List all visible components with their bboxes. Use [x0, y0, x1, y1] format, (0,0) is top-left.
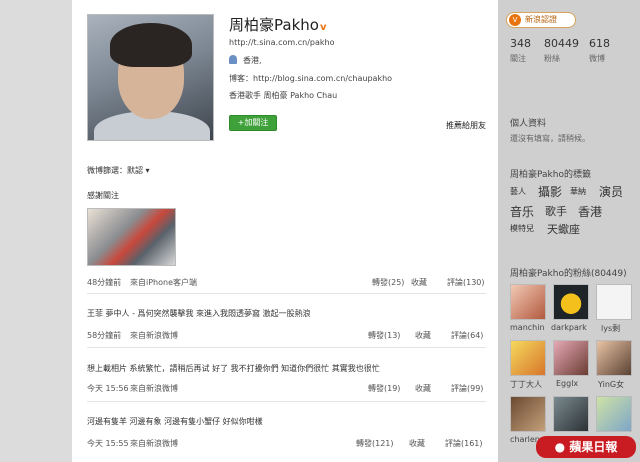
profile-location: 香港, [229, 55, 262, 66]
tag-item[interactable]: 歌手 [545, 203, 567, 219]
fan-avatar[interactable] [510, 396, 546, 432]
fan-name[interactable]: 丁丁大人 [510, 379, 542, 390]
feed-filter-label: 微博篩選：默認 [87, 166, 143, 175]
verified-icon: v [319, 22, 327, 33]
tag-item[interactable]: 香港 [578, 203, 602, 220]
tags-title: 周柏豪Pakho的標籤 [510, 170, 591, 180]
fans-title[interactable]: 周柏豪Pakho的粉絲(80449) [510, 266, 627, 279]
recommend-link[interactable]: 推薦給朋友 [446, 120, 486, 131]
fan-avatar[interactable] [596, 284, 632, 320]
profile-avatar[interactable] [87, 14, 214, 141]
post-2-repost[interactable]: 轉發(13) [368, 330, 400, 341]
post-1-comment[interactable]: 評論(130) [447, 277, 485, 288]
apple-icon: ● [554, 440, 566, 454]
apple-daily-logo: ● 蘋果日報 [536, 436, 636, 458]
post-4-comment[interactable]: 評論(161) [445, 438, 483, 449]
divider [87, 293, 486, 294]
profile-location-text: 香港, [243, 56, 262, 65]
post-4-favorite[interactable]: 收藏 [409, 438, 425, 449]
post-1-text: 感謝關注 [87, 191, 119, 200]
tag-item[interactable]: 藝人 [510, 186, 526, 197]
feed-filter[interactable]: 微博篩選：默認 ▾ [87, 165, 150, 176]
tag-item[interactable]: 攝影 [538, 183, 562, 200]
post-4-text: 河邊有隻羊 河邊有象 河邊有隻小蟹仔 好似你咁樣 [87, 417, 263, 426]
tag-item[interactable]: 音乐 [510, 203, 534, 220]
profile-description: 香港歌手 周柏豪 Pakho Chau [229, 91, 338, 100]
fan-name[interactable]: manchin [510, 323, 545, 332]
weibo-eye-icon: V [509, 14, 521, 26]
divider [87, 347, 486, 348]
post-2-text: 王菲 夢中人 - 爲何突然襲擊我 來進入我悶透夢窩 激起一股熱浪 [87, 309, 311, 318]
fan-avatar[interactable] [553, 340, 589, 376]
follow-button[interactable]: +加關注 [229, 115, 277, 131]
tag-item[interactable]: 演员 [599, 183, 623, 200]
post-4-time[interactable]: 今天 15:55 [87, 438, 129, 449]
personal-info-title: 個人資料 [510, 119, 547, 129]
stat-posts-label: 微博 [589, 54, 605, 63]
fan-name[interactable]: Egglx [556, 379, 578, 388]
stat-fans-label: 粉絲 [544, 54, 560, 63]
stat-fans-value[interactable]: 80449 [544, 37, 579, 50]
divider [87, 401, 486, 402]
fan-name[interactable]: lys剩 [601, 323, 620, 334]
post-3-text: 想上載相片 系統繁忙，請稍后再试 好了 我不打擾你們 知道你們很忙 其實我也很忙 [87, 364, 380, 373]
post-1-time[interactable]: 48分鐘前 [87, 277, 121, 288]
sidebar: V 新浪認證 348 關注 80449 粉絲 618 微博 個人資料 還沒有填寫，… [498, 0, 640, 462]
left-background [0, 0, 72, 462]
stat-posts-value[interactable]: 618 [589, 37, 610, 50]
post-1-image[interactable] [87, 208, 176, 266]
chevron-down-icon: ▾ [145, 166, 150, 175]
fan-avatar[interactable] [510, 284, 546, 320]
fan-name[interactable]: darkpark [551, 323, 587, 332]
fan-avatar[interactable] [553, 284, 589, 320]
post-1-repost[interactable]: 轉發(25) [372, 277, 404, 288]
profile-url[interactable]: http://t.sina.com.cn/pakho [229, 38, 334, 47]
personal-info-note: 還沒有填寫，請稍候。 [510, 134, 590, 143]
sina-verified-badge[interactable]: V 新浪認證 [506, 12, 576, 28]
apple-daily-logo-text: 蘋果日報 [569, 440, 618, 454]
post-4-source[interactable]: 來自新浪微博 [130, 438, 178, 449]
post-2-source[interactable]: 來自新浪微博 [130, 330, 178, 341]
post-1-favorite[interactable]: 收藏 [411, 277, 427, 288]
profile-blog[interactable]: 博客：http://blog.sina.com.cn/chaupakho [229, 73, 392, 84]
tag-item[interactable]: 華納 [570, 186, 586, 197]
stat-following-value[interactable]: 348 [510, 37, 531, 50]
post-3-favorite[interactable]: 收藏 [415, 383, 431, 394]
fan-avatar[interactable] [596, 396, 632, 432]
post-3-comment[interactable]: 評論(99) [451, 383, 483, 394]
profile-name: 周柏豪Pakhov [229, 14, 330, 35]
main-column: 周柏豪Pakhov http://t.sina.com.cn/pakho 香港,… [72, 0, 498, 462]
tag-item[interactable]: 模特兒 [510, 223, 534, 234]
sina-verified-badge-label: 新浪認證 [525, 15, 557, 24]
tag-item[interactable]: 天蠍座 [547, 221, 580, 237]
fan-avatar[interactable] [510, 340, 546, 376]
post-2-time[interactable]: 58分鐘前 [87, 330, 121, 341]
post-3-repost[interactable]: 轉發(19) [368, 383, 400, 394]
profile-name-text: 周柏豪Pakho [229, 16, 319, 34]
post-3-source[interactable]: 來自新浪微博 [130, 383, 178, 394]
fan-name[interactable]: YinG女 [598, 379, 624, 390]
fan-avatar[interactable] [596, 340, 632, 376]
post-3-time[interactable]: 今天 15:56 [87, 383, 129, 394]
fan-avatar[interactable] [553, 396, 589, 432]
post-1-source[interactable]: 來自iPhone客户端 [130, 277, 197, 288]
person-icon [229, 55, 237, 64]
post-2-favorite[interactable]: 收藏 [415, 330, 431, 341]
post-4-repost[interactable]: 轉發(121) [356, 438, 394, 449]
stat-following-label: 關注 [510, 54, 526, 63]
post-2-comment[interactable]: 評論(64) [451, 330, 483, 341]
